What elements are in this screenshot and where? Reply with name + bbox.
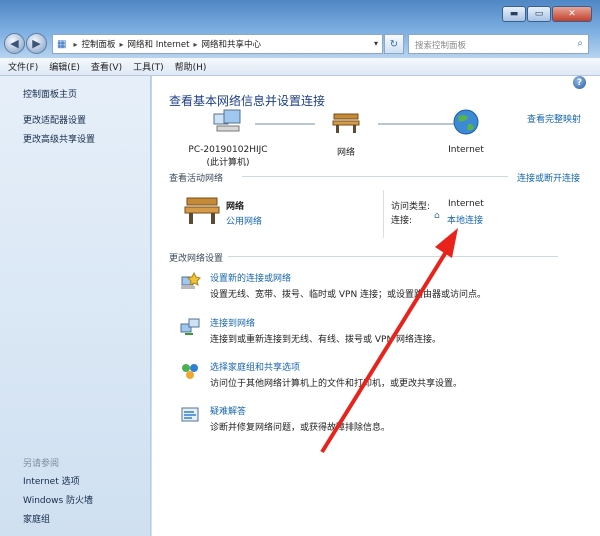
homegroup-link[interactable]: 选择家庭组和共享选项 bbox=[210, 360, 300, 373]
see-also-windows-firewall[interactable]: Windows 防火墙 bbox=[23, 493, 93, 506]
network-type-link[interactable]: 公用网络 bbox=[226, 214, 262, 227]
bench-icon bbox=[184, 197, 220, 224]
new-connection-link[interactable]: 设置新的连接或网络 bbox=[210, 271, 291, 284]
access-type-label: 访问类型: bbox=[391, 202, 431, 212]
connect-network-icon bbox=[180, 318, 200, 335]
refresh-button[interactable]: ↻ bbox=[384, 34, 404, 54]
map-network[interactable]: 网络 bbox=[326, 108, 366, 158]
computer-subtitle: (此计算机) bbox=[206, 158, 250, 168]
menu-edit[interactable]: 编辑(E) bbox=[49, 60, 80, 73]
see-also-header: 另请参阅 bbox=[23, 459, 60, 469]
network-label: 网络 bbox=[336, 148, 355, 158]
breadcrumb-control-panel[interactable]: 控制面板 bbox=[81, 38, 115, 50]
network-adapter-icon: ⌂ bbox=[434, 211, 440, 221]
help-icon[interactable]: ? bbox=[573, 76, 586, 89]
sidebar: 控制面板主页 更改适配器设置 更改高级共享设置 另请参阅 Internet 选项… bbox=[0, 76, 151, 536]
maximize-button[interactable]: ▭ bbox=[527, 6, 551, 22]
troubleshoot-icon bbox=[181, 407, 199, 422]
watermark-badge: 路 bbox=[493, 479, 530, 507]
menu-help[interactable]: 帮助(H) bbox=[175, 60, 207, 73]
full-map-link[interactable]: 查看完整映射 bbox=[527, 112, 581, 125]
forward-button[interactable]: ▶ bbox=[26, 33, 47, 54]
homegroup-icon bbox=[182, 364, 198, 379]
chevron-right-icon: ▸ bbox=[193, 39, 198, 49]
bench-icon bbox=[332, 113, 360, 133]
menu-tools[interactable]: 工具(T) bbox=[133, 60, 164, 73]
close-button[interactable]: ✕ bbox=[552, 6, 592, 22]
menu-file[interactable]: 文件(F) bbox=[8, 60, 38, 73]
computer-name: PC-20190102HIJC bbox=[188, 145, 268, 155]
divider bbox=[228, 256, 558, 257]
connect-disconnect-link[interactable]: 连接或断开连接 bbox=[517, 171, 580, 184]
search-input[interactable]: 搜索控制面板 ⌕ bbox=[408, 34, 589, 54]
divider bbox=[242, 176, 508, 177]
sidebar-item-adapter-settings[interactable]: 更改适配器设置 bbox=[23, 113, 86, 126]
active-network-name: 网络 bbox=[226, 202, 245, 212]
chevron-right-icon: ▸ bbox=[119, 39, 124, 49]
navigation-bar: ◀ ▶ ▦ ▸ 控制面板 ▸ 网络和 Internet ▸ 网络和共享中心 ▾ … bbox=[0, 32, 600, 54]
map-link-line bbox=[255, 123, 315, 125]
homegroup-desc: 访问位于其他网络计算机上的文件和打印机，或更改共享设置。 bbox=[210, 379, 463, 389]
map-link-line bbox=[378, 123, 454, 125]
sidebar-item-control-panel-home[interactable]: 控制面板主页 bbox=[23, 87, 77, 100]
address-bar[interactable]: ▦ ▸ 控制面板 ▸ 网络和 Internet ▸ 网络和共享中心 ▾ bbox=[52, 34, 383, 54]
new-connection-icon bbox=[181, 271, 201, 289]
divider bbox=[383, 190, 384, 238]
chevron-down-icon[interactable]: ▾ bbox=[374, 39, 378, 48]
minimize-button[interactable]: ▬ bbox=[502, 6, 526, 22]
back-button[interactable]: ◀ bbox=[4, 33, 25, 54]
see-also-homegroup[interactable]: 家庭组 bbox=[23, 512, 50, 525]
connect-network-link[interactable]: 连接到网络 bbox=[210, 316, 255, 329]
internet-label: Internet bbox=[448, 145, 484, 155]
local-connection-link[interactable]: 本地连接 bbox=[447, 213, 483, 226]
search-placeholder: 搜索控制面板 bbox=[415, 41, 467, 51]
menu-bar: 文件(F) 编辑(E) 查看(V) 工具(T) 帮助(H) bbox=[0, 58, 600, 76]
watermark: 路 路由器 头条 @韩酱谭 bbox=[493, 475, 594, 526]
access-type-value: Internet bbox=[448, 199, 484, 209]
connections-label: 连接: bbox=[391, 216, 413, 226]
computer-icon bbox=[213, 109, 241, 132]
watermark-brand: 路由器 bbox=[536, 479, 594, 501]
map-internet[interactable]: Internet bbox=[446, 108, 486, 155]
connect-network-desc: 连接到或重新连接到无线、有线、拨号或 VPN 网络连接。 bbox=[210, 335, 442, 345]
window-controls: ▬ ▭ ✕ bbox=[501, 6, 592, 22]
new-connection-desc: 设置无线、宽带、拨号、临时或 VPN 连接；或设置路由器或访问点。 bbox=[210, 290, 487, 300]
control-panel-icon: ▦ bbox=[57, 38, 67, 50]
map-computer[interactable]: PC-20190102HIJC (此计算机) bbox=[188, 108, 268, 168]
breadcrumb-network-internet[interactable]: 网络和 Internet bbox=[128, 38, 190, 50]
watermark-author: 头条 @韩酱谭 bbox=[530, 515, 594, 526]
troubleshoot-desc: 诊断并修复网络问题，或获得故障排除信息。 bbox=[210, 423, 391, 433]
main-content: ? 查看基本网络信息并设置连接 查看完整映射 PC-20190102HIJC (… bbox=[152, 76, 600, 536]
globe-icon bbox=[453, 109, 479, 135]
search-icon[interactable]: ⌕ bbox=[577, 38, 583, 49]
sidebar-item-advanced-sharing[interactable]: 更改高级共享设置 bbox=[23, 132, 95, 145]
see-also-internet-options[interactable]: Internet 选项 bbox=[23, 474, 80, 487]
chevron-right-icon: ▸ bbox=[73, 39, 78, 49]
menu-view[interactable]: 查看(V) bbox=[91, 60, 122, 73]
active-networks-header: 查看活动网络 bbox=[169, 174, 224, 184]
troubleshoot-link[interactable]: 疑难解答 bbox=[210, 404, 246, 417]
breadcrumb-network-sharing[interactable]: 网络和共享中心 bbox=[201, 38, 261, 50]
change-settings-header: 更改网络设置 bbox=[169, 254, 224, 264]
page-title: 查看基本网络信息并设置连接 bbox=[169, 94, 326, 108]
